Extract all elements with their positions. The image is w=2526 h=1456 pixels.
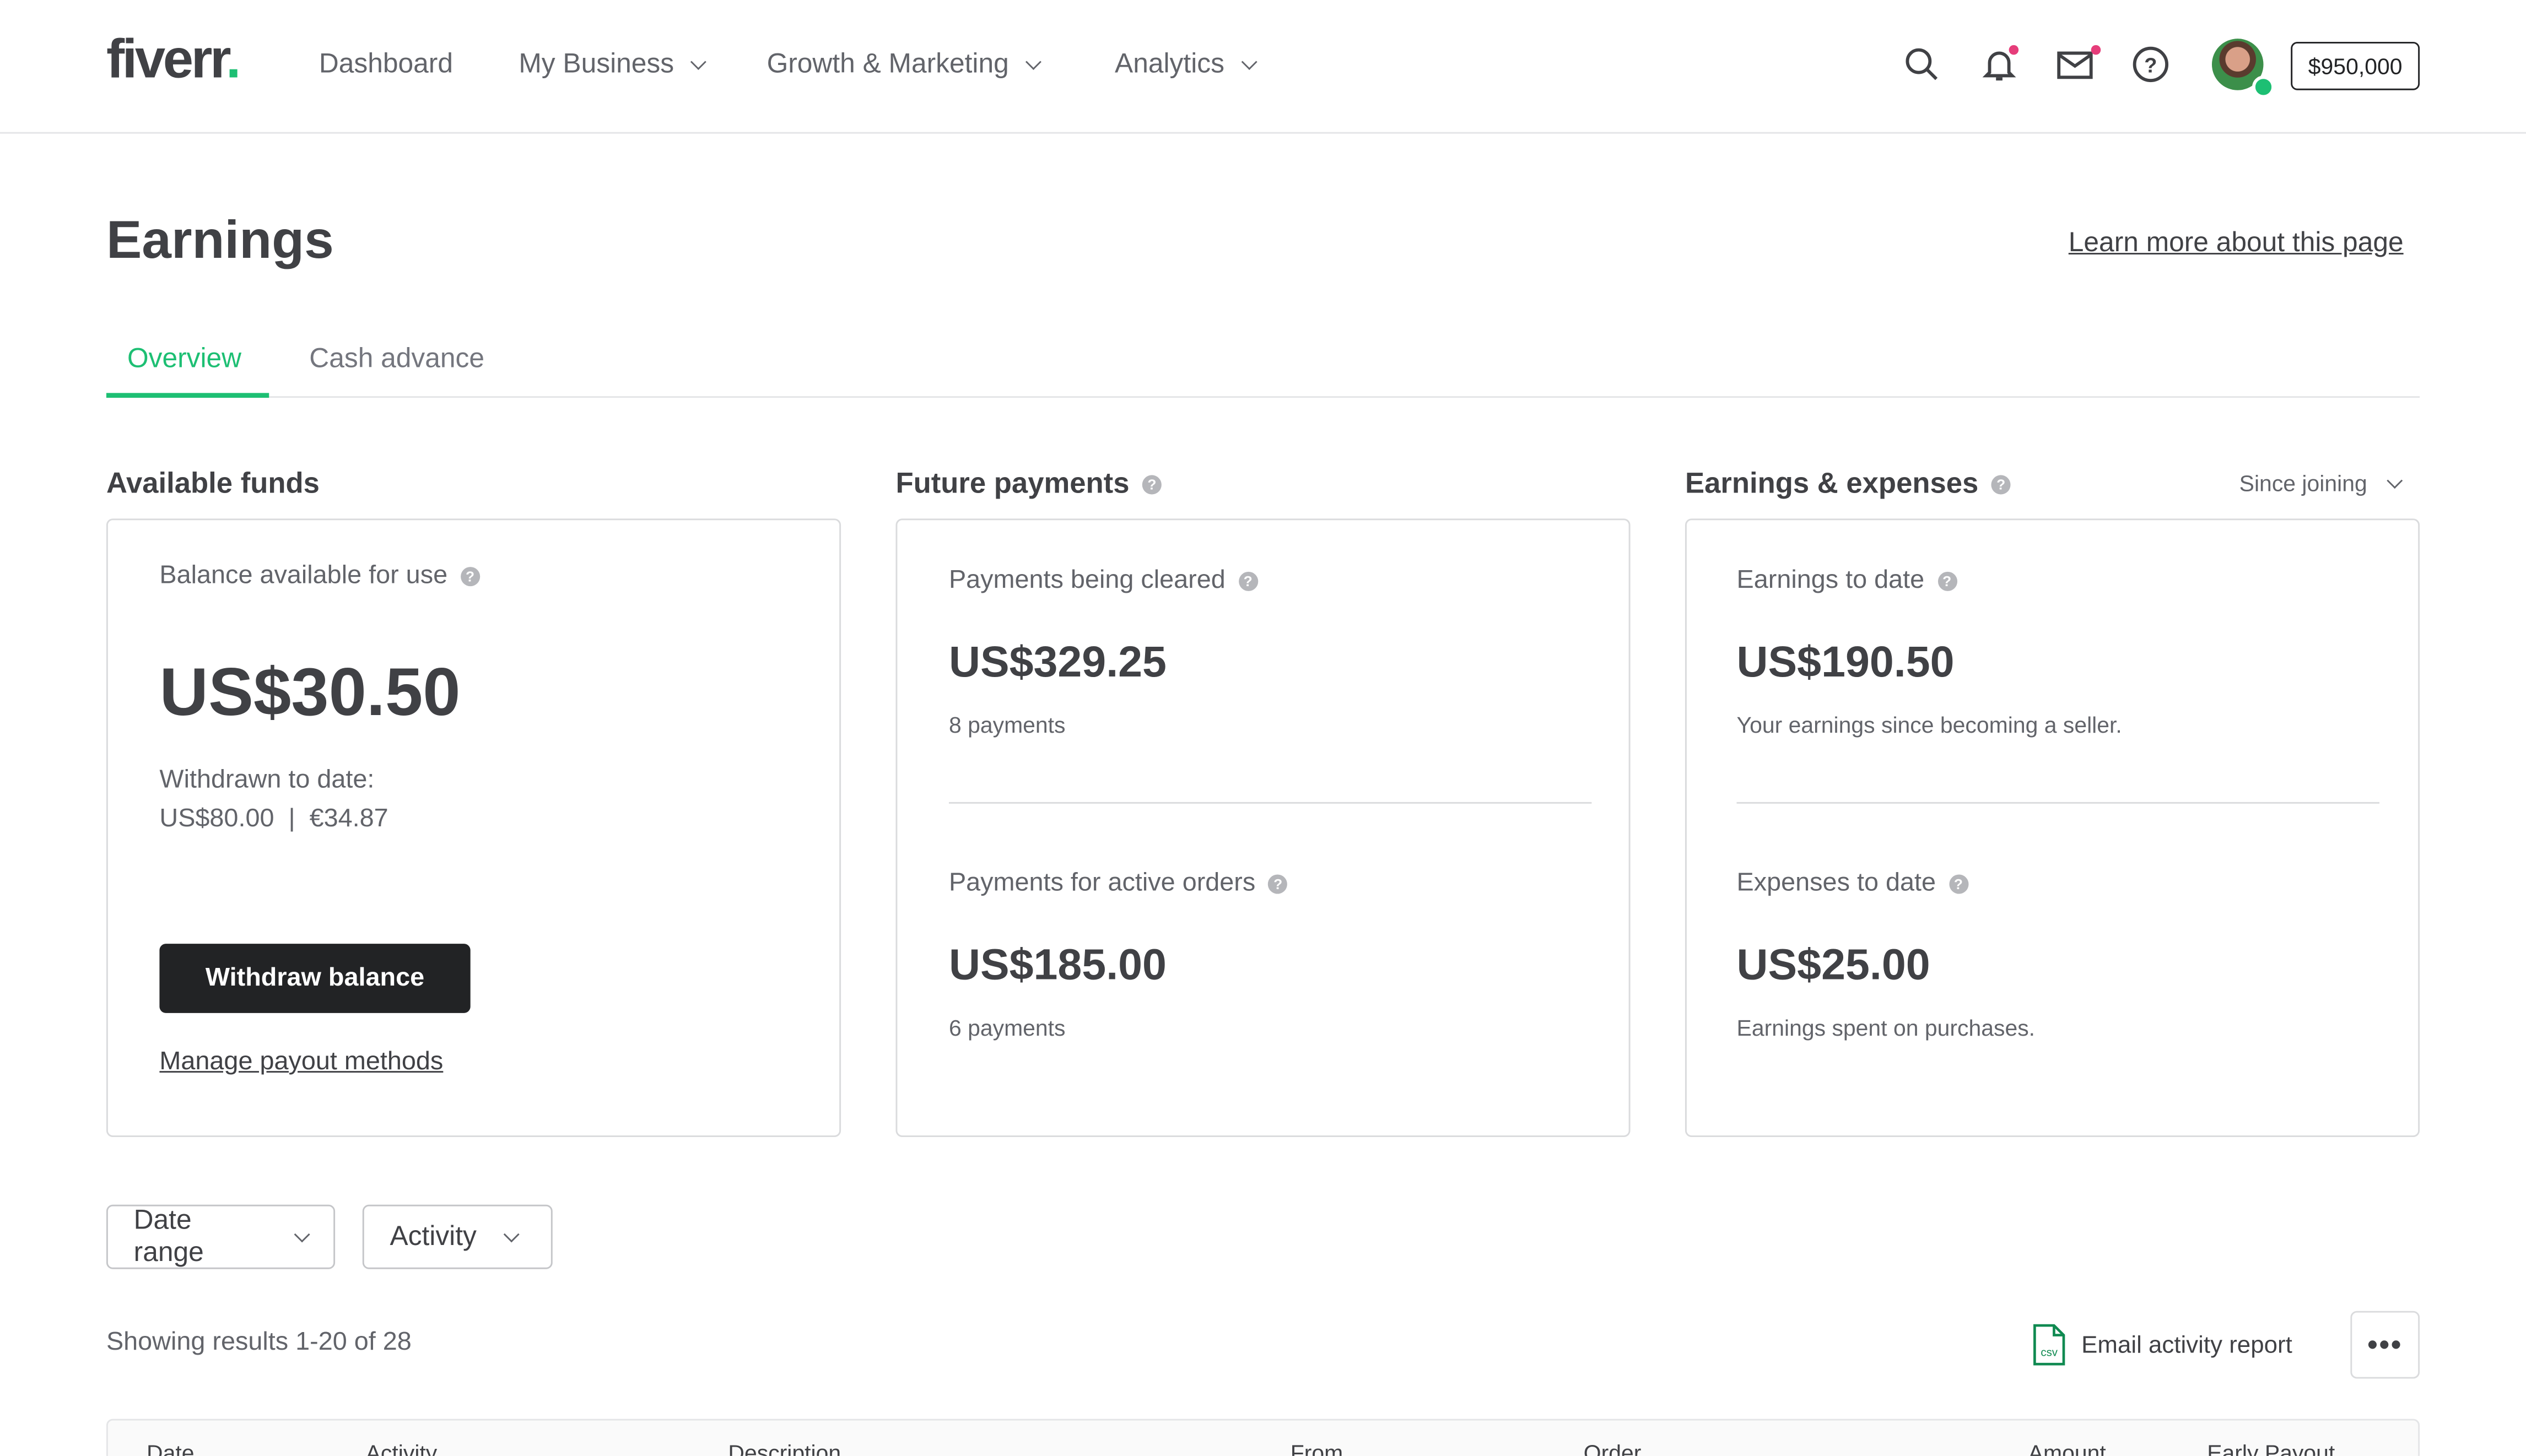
svg-text:?: ? (2144, 55, 2157, 78)
messages-button[interactable] (2055, 45, 2101, 84)
tab-overview[interactable]: Overview (127, 343, 241, 375)
activity-filter[interactable]: Activity (362, 1204, 553, 1269)
help-icon[interactable]: ? (1142, 474, 1162, 494)
search-icon[interactable] (1903, 45, 1941, 84)
column-from[interactable]: From (1291, 1440, 1343, 1456)
earnings-expenses-title: Earnings & expenses? (1685, 467, 2011, 501)
help-icon[interactable]: ? (1991, 474, 2011, 494)
help-icon[interactable]: ? (460, 567, 480, 587)
nav-my-business[interactable]: My Business (519, 48, 707, 80)
expenses-to-date-value: US$25.00 (1736, 940, 1930, 989)
chevron-down-icon (1025, 53, 1042, 69)
activity-table-header: Date Activity Description From Order Amo… (106, 1419, 2420, 1456)
balance-value: US$30.50 (159, 653, 461, 730)
chevron-down-icon (1241, 53, 1257, 69)
email-activity-report-button[interactable]: csv Email activity report (2033, 1324, 2292, 1366)
expenses-to-date-label: Expenses to date? (1737, 870, 1968, 899)
earnings-to-date-label: Earnings to date? (1737, 567, 1957, 596)
balance-label: Balance available for use? (159, 562, 480, 591)
nav-growth-marketing[interactable]: Growth & Marketing (767, 48, 1042, 80)
manage-payout-methods-link[interactable]: Manage payout methods (159, 1048, 443, 1078)
column-activity[interactable]: Activity (366, 1440, 438, 1456)
active-orders-label: Payments for active orders? (949, 870, 1288, 899)
active-orders-value: US$185.00 (948, 940, 1167, 989)
withdraw-balance-button[interactable]: Withdraw balance (159, 944, 471, 1013)
column-date[interactable]: Date (147, 1440, 194, 1456)
help-icon[interactable]: ? (1268, 874, 1288, 894)
column-amount[interactable]: Amount (2028, 1440, 2106, 1456)
help-icon[interactable]: ? (1949, 874, 1968, 894)
csv-file-icon: csv (2033, 1324, 2065, 1366)
more-options-button[interactable]: ••• (2350, 1311, 2420, 1379)
earnings-expenses-card (1685, 518, 2420, 1137)
active-tab-indicator (106, 393, 269, 398)
help-icon[interactable]: ? (1238, 571, 1258, 591)
chevron-down-icon (503, 1225, 520, 1242)
divider (1736, 802, 2380, 804)
chevron-down-icon (294, 1226, 310, 1242)
mail-icon (2057, 51, 2093, 79)
help-icon[interactable]: ? (2131, 45, 2170, 84)
column-early-payout[interactable]: Early Payout (2207, 1440, 2335, 1456)
page-title: Earnings (106, 209, 334, 269)
help-icon[interactable]: ? (1937, 571, 1957, 591)
expenses-to-date-sub: Earnings spent on purchases. (1736, 1014, 2036, 1041)
cleared-value: US$329.25 (948, 637, 1167, 686)
tab-divider (106, 396, 2420, 398)
withdrawn-label: Withdrawn to date: (159, 766, 375, 794)
chevron-down-icon (690, 53, 707, 69)
balance-button[interactable]: $950,000 (2291, 42, 2420, 90)
earnings-to-date-sub: Your earnings since becoming a seller. (1736, 712, 2122, 738)
results-count: Showing results 1-20 of 28 (106, 1328, 412, 1356)
column-order[interactable]: Order (1584, 1440, 1642, 1456)
tab-cash-advance[interactable]: Cash advance (309, 343, 484, 375)
chevron-down-icon (2387, 472, 2404, 488)
nav-dashboard[interactable]: Dashboard (319, 48, 453, 80)
column-description[interactable]: Description (728, 1440, 841, 1456)
date-range-filter[interactable]: Date range (106, 1204, 336, 1269)
future-payments-title: Future payments? (895, 467, 1162, 501)
available-funds-title: Available funds (106, 467, 320, 500)
earnings-to-date-value: US$190.50 (1736, 637, 1955, 686)
future-payments-card (895, 518, 1631, 1137)
divider (948, 802, 1592, 804)
learn-more-link[interactable]: Learn more about this page (2069, 227, 2404, 259)
withdrawn-value: US$80.00 | €34.87 (159, 805, 388, 833)
cleared-label: Payments being cleared? (949, 567, 1258, 596)
since-joining-dropdown[interactable]: Since joining (2239, 470, 2404, 496)
cleared-count: 8 payments (948, 712, 1066, 738)
active-orders-count: 6 payments (948, 1014, 1066, 1041)
svg-text:csv: csv (2041, 1346, 2058, 1359)
nav-analytics[interactable]: Analytics (1115, 48, 1257, 80)
notifications-button[interactable] (1980, 45, 2019, 84)
fiverr-logo[interactable]: fiverr. (106, 29, 241, 92)
online-status-dot (2252, 75, 2275, 99)
